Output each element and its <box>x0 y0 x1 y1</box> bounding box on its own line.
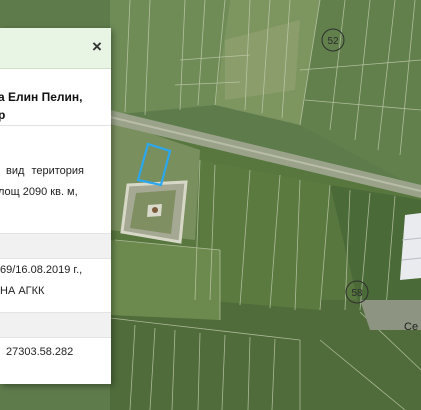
popup-title-line1: а Елин Пелин, <box>0 90 83 104</box>
svg-text:58: 58 <box>351 288 363 299</box>
order-text: 69/16.08.2019 г., <box>0 264 83 276</box>
popup-header: × <box>0 28 111 69</box>
divider <box>0 125 111 126</box>
place-label: Се <box>404 321 418 333</box>
land-use-text: вид територия <box>6 165 85 177</box>
section-divider <box>0 312 111 338</box>
section-divider <box>0 233 111 259</box>
close-button[interactable]: × <box>89 38 105 56</box>
popup-title-line2: р <box>0 108 6 122</box>
authority-text: НА АГКК <box>0 285 45 297</box>
area-text: лощ 2090 кв. м, <box>0 186 78 198</box>
cadastral-identifier: 27303.58.282 <box>6 346 74 358</box>
parcel-info-popup: × а Елин Пелин, р вид територия лощ 2090… <box>0 28 111 384</box>
svg-text:52: 52 <box>327 36 339 47</box>
